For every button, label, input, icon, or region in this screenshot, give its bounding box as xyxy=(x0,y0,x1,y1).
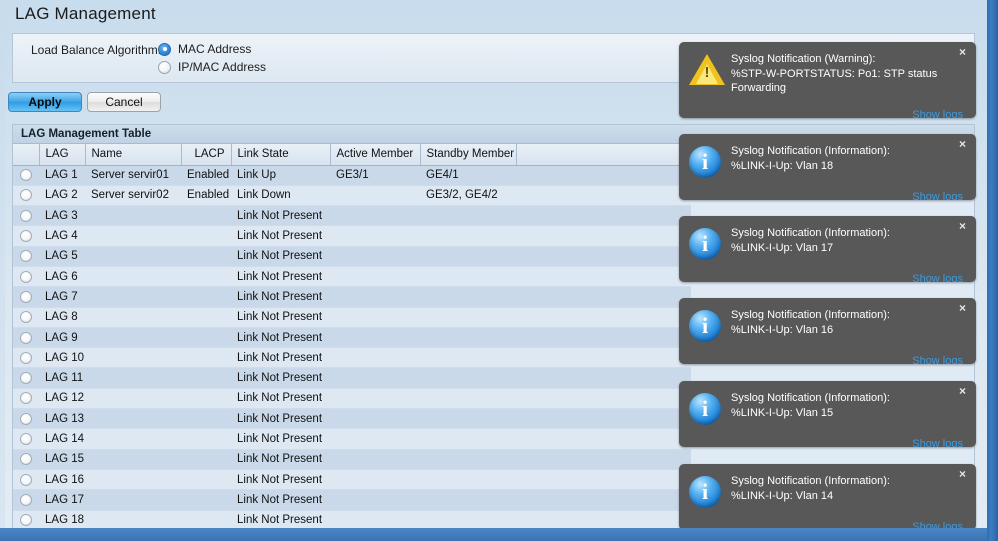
notification-text: Syslog Notification (Information): %LINK-… xyxy=(731,134,976,173)
show-logs-link[interactable]: Show logs xyxy=(912,355,963,364)
notification-line: Syslog Notification (Warning): xyxy=(731,53,876,65)
notification-layer: ! Syslog Notification (Warning): %STP-W-PO… xyxy=(0,0,998,541)
close-icon[interactable]: × xyxy=(959,468,966,480)
notification-line: Syslog Notification (Information): xyxy=(731,392,890,404)
show-logs-link[interactable]: Show logs xyxy=(912,273,963,282)
notification-text: Syslog Notification (Information): %LINK-… xyxy=(731,464,976,503)
syslog-notification[interactable]: Syslog Notification (Information): %LINK-… xyxy=(679,464,976,530)
syslog-notification[interactable]: Syslog Notification (Information): %LINK-… xyxy=(679,134,976,200)
notification-text: Syslog Notification (Warning): %STP-W-POR… xyxy=(731,42,976,96)
close-icon[interactable]: × xyxy=(959,46,966,58)
notification-line: %LINK-I-Up: Vlan 18 xyxy=(731,159,834,172)
close-icon[interactable]: × xyxy=(959,385,966,397)
info-icon xyxy=(689,476,723,510)
close-icon[interactable]: × xyxy=(959,220,966,232)
close-icon[interactable]: × xyxy=(959,302,966,314)
notification-line: %STP-W-PORTSTATUS: Po1: STP status xyxy=(731,67,938,80)
syslog-notification[interactable]: Syslog Notification (Information): %LINK-… xyxy=(679,298,976,364)
syslog-notification[interactable]: ! Syslog Notification (Warning): %STP-W-PO… xyxy=(679,42,976,118)
syslog-notification[interactable]: Syslog Notification (Information): %LINK-… xyxy=(679,381,976,447)
show-logs-link[interactable]: Show logs xyxy=(912,109,963,118)
notification-line: Forwarding xyxy=(731,82,787,94)
notification-line: Syslog Notification (Information): xyxy=(731,227,890,239)
notification-text: Syslog Notification (Information): %LINK-… xyxy=(731,298,976,337)
show-logs-link[interactable]: Show logs xyxy=(912,191,963,200)
notification-line: %LINK-I-Up: Vlan 16 xyxy=(731,323,834,336)
syslog-notification[interactable]: Syslog Notification (Information): %LINK-… xyxy=(679,216,976,282)
notification-line: %LINK-I-Up: Vlan 15 xyxy=(731,406,834,419)
right-edge-strip xyxy=(987,0,998,541)
notification-text: Syslog Notification (Information): %LINK-… xyxy=(731,216,976,255)
info-icon xyxy=(689,393,723,427)
show-logs-link[interactable]: Show logs xyxy=(912,438,963,447)
warning-icon: ! xyxy=(689,54,725,88)
notification-line: Syslog Notification (Information): xyxy=(731,145,890,157)
notification-line: Syslog Notification (Information): xyxy=(731,309,890,321)
notification-line: %LINK-I-Up: Vlan 14 xyxy=(731,489,834,502)
bottom-status-bar xyxy=(0,528,987,541)
notification-line: %LINK-I-Up: Vlan 17 xyxy=(731,241,834,254)
notification-line: Syslog Notification (Information): xyxy=(731,475,890,487)
info-icon xyxy=(689,228,723,262)
close-icon[interactable]: × xyxy=(959,138,966,150)
info-icon xyxy=(689,146,723,180)
notification-text: Syslog Notification (Information): %LINK-… xyxy=(731,381,976,420)
info-icon xyxy=(689,310,723,344)
